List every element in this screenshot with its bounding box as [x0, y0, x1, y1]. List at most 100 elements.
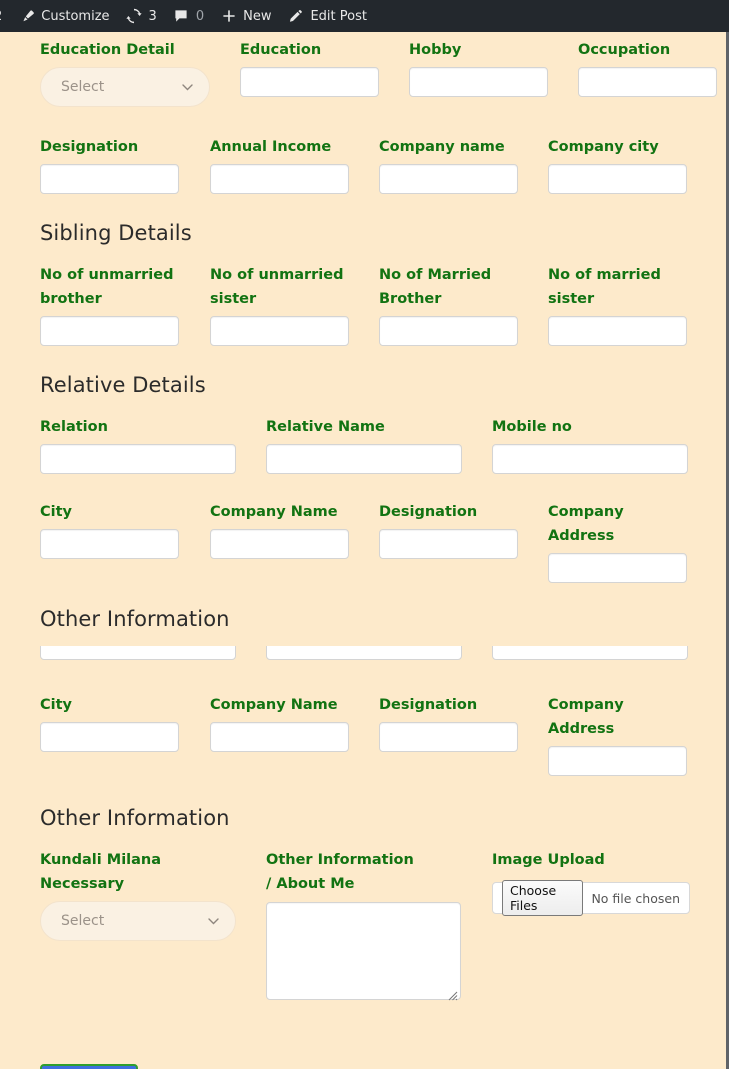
field-relative-company-address: Company Address	[548, 500, 687, 583]
select-kundali-milana[interactable]: Select	[40, 901, 236, 941]
form-page: Education Detail Select Education Hobby …	[0, 32, 726, 1069]
field-image-upload: Image Upload Choose Files No file chosen	[492, 848, 692, 1000]
plus-icon	[220, 8, 237, 25]
input-annual-income[interactable]	[210, 164, 349, 194]
label-kundali-milana: Kundali Milana Necessary	[40, 852, 162, 892]
submit-button[interactable]: Submit	[40, 1064, 139, 1069]
label-education: Education	[240, 42, 322, 58]
input-mobile-no[interactable]	[492, 444, 688, 474]
adminbar-updates[interactable]: 3	[118, 0, 165, 32]
field-designation: Designation	[40, 135, 179, 194]
file-chosen-status: No file chosen	[591, 890, 680, 906]
other-information-lower-row: Kundali Milana Necessary Select Other In…	[40, 848, 726, 1001]
input-occupation[interactable]	[578, 67, 717, 97]
adminbar-comments[interactable]: 0	[165, 0, 212, 32]
field-occupation: Occupation	[578, 38, 717, 107]
clipped-input-1[interactable]	[40, 646, 236, 660]
input-relative-name[interactable]	[266, 444, 462, 474]
choose-files-button[interactable]: Choose Files	[502, 880, 584, 916]
field-education-detail: Education Detail Select	[40, 38, 210, 107]
input-relative-company-address[interactable]	[548, 553, 687, 583]
adminbar-customize-label: Customize	[41, 8, 110, 24]
clipped-input-2[interactable]	[266, 646, 462, 660]
label-relation: Relation	[40, 419, 108, 435]
other-information-upper-row: City Company Name Designation Company Ad…	[40, 693, 726, 776]
label-married-brother: No of Married Brother	[379, 267, 492, 307]
label-unmarried-sister: No of unmarried sister	[210, 267, 344, 307]
field-relative-name: Relative Name	[266, 415, 462, 474]
field-annual-income: Annual Income	[210, 135, 349, 194]
input-married-sister[interactable]	[548, 316, 687, 346]
field-relative-company-name: Company Name	[210, 500, 349, 583]
clipped-input-3[interactable]	[492, 646, 688, 660]
heading-relative-details: Relative Details	[40, 373, 206, 397]
select-kundali-milana-value: Select	[61, 913, 105, 929]
label-about-me: Other Information / About Me	[266, 852, 414, 892]
field-relation: Relation	[40, 415, 236, 474]
submit-row: Submit	[40, 1064, 726, 1069]
sibling-row: No of unmarried brother No of unmarried …	[40, 263, 726, 346]
input-company-name[interactable]	[379, 164, 518, 194]
file-input-image-upload[interactable]: Choose Files No file chosen	[492, 880, 690, 916]
field-other-company-name: Company Name	[210, 693, 349, 776]
input-other-company-name[interactable]	[210, 722, 349, 752]
heading-other-information-lower: Other Information	[40, 806, 230, 830]
field-education: Education	[240, 38, 379, 107]
label-relative-designation: Designation	[379, 504, 478, 520]
adminbar-customize[interactable]: Customize	[10, 0, 117, 32]
comment-bubble-icon	[173, 8, 190, 25]
label-image-upload: Image Upload	[492, 852, 605, 868]
adminbar-edit-post[interactable]: Edit Post	[279, 0, 375, 32]
paintbrush-icon	[18, 8, 35, 25]
label-other-designation: Designation	[379, 697, 478, 713]
label-other-company-name: Company Name	[210, 697, 338, 713]
chevron-down-icon	[182, 84, 193, 91]
wp-admin-bar[interactable]: 2 Customize 3 0 New Edit Post	[0, 0, 729, 32]
field-mobile-no: Mobile no	[492, 415, 688, 474]
field-married-sister: No of married sister	[548, 263, 687, 346]
input-married-brother[interactable]	[379, 316, 518, 346]
input-designation[interactable]	[40, 164, 179, 194]
updates-icon	[126, 8, 143, 25]
label-relative-city: City	[40, 504, 72, 520]
label-occupation: Occupation	[578, 42, 671, 58]
heading-sibling-details: Sibling Details	[40, 221, 192, 245]
select-education-detail[interactable]: Select	[40, 67, 210, 107]
field-married-brother: No of Married Brother	[379, 263, 518, 346]
adminbar-new[interactable]: New	[212, 0, 279, 32]
education-row-2: Designation Annual Income Company name C…	[40, 135, 726, 194]
label-married-sister: No of married sister	[548, 267, 661, 307]
clipped-input-row	[40, 646, 726, 660]
input-company-city[interactable]	[548, 164, 687, 194]
field-unmarried-brother: No of unmarried brother	[40, 263, 179, 346]
input-unmarried-brother[interactable]	[40, 316, 179, 346]
field-company-name: Company name	[379, 135, 518, 194]
label-company-city: Company city	[548, 139, 659, 155]
label-designation: Designation	[40, 139, 139, 155]
label-relative-name: Relative Name	[266, 419, 385, 435]
resize-grip-icon[interactable]	[447, 986, 458, 1001]
input-hobby[interactable]	[409, 67, 548, 97]
field-other-city: City	[40, 693, 179, 776]
adminbar-edit-post-label: Edit Post	[310, 8, 367, 24]
input-other-designation[interactable]	[379, 722, 518, 752]
input-other-company-address[interactable]	[548, 746, 687, 776]
input-relation[interactable]	[40, 444, 236, 474]
input-other-city[interactable]	[40, 722, 179, 752]
field-other-company-address: Company Address	[548, 693, 687, 776]
relative-row-2: City Company Name Designation Company Ad…	[40, 500, 726, 583]
input-relative-city[interactable]	[40, 529, 179, 559]
relative-row-1: Relation Relative Name Mobile no	[40, 415, 726, 474]
label-mobile-no: Mobile no	[492, 419, 572, 435]
textarea-about-me[interactable]	[266, 902, 461, 1001]
input-relative-company-name[interactable]	[210, 529, 349, 559]
input-unmarried-sister[interactable]	[210, 316, 349, 346]
input-relative-designation[interactable]	[379, 529, 518, 559]
label-unmarried-brother: No of unmarried brother	[40, 267, 174, 307]
adminbar-truncated-item[interactable]: 2	[0, 0, 10, 32]
input-education[interactable]	[240, 67, 379, 97]
pencil-icon	[287, 8, 304, 25]
label-other-city: City	[40, 697, 72, 713]
chevron-down-icon	[208, 918, 219, 925]
label-annual-income: Annual Income	[210, 139, 332, 155]
